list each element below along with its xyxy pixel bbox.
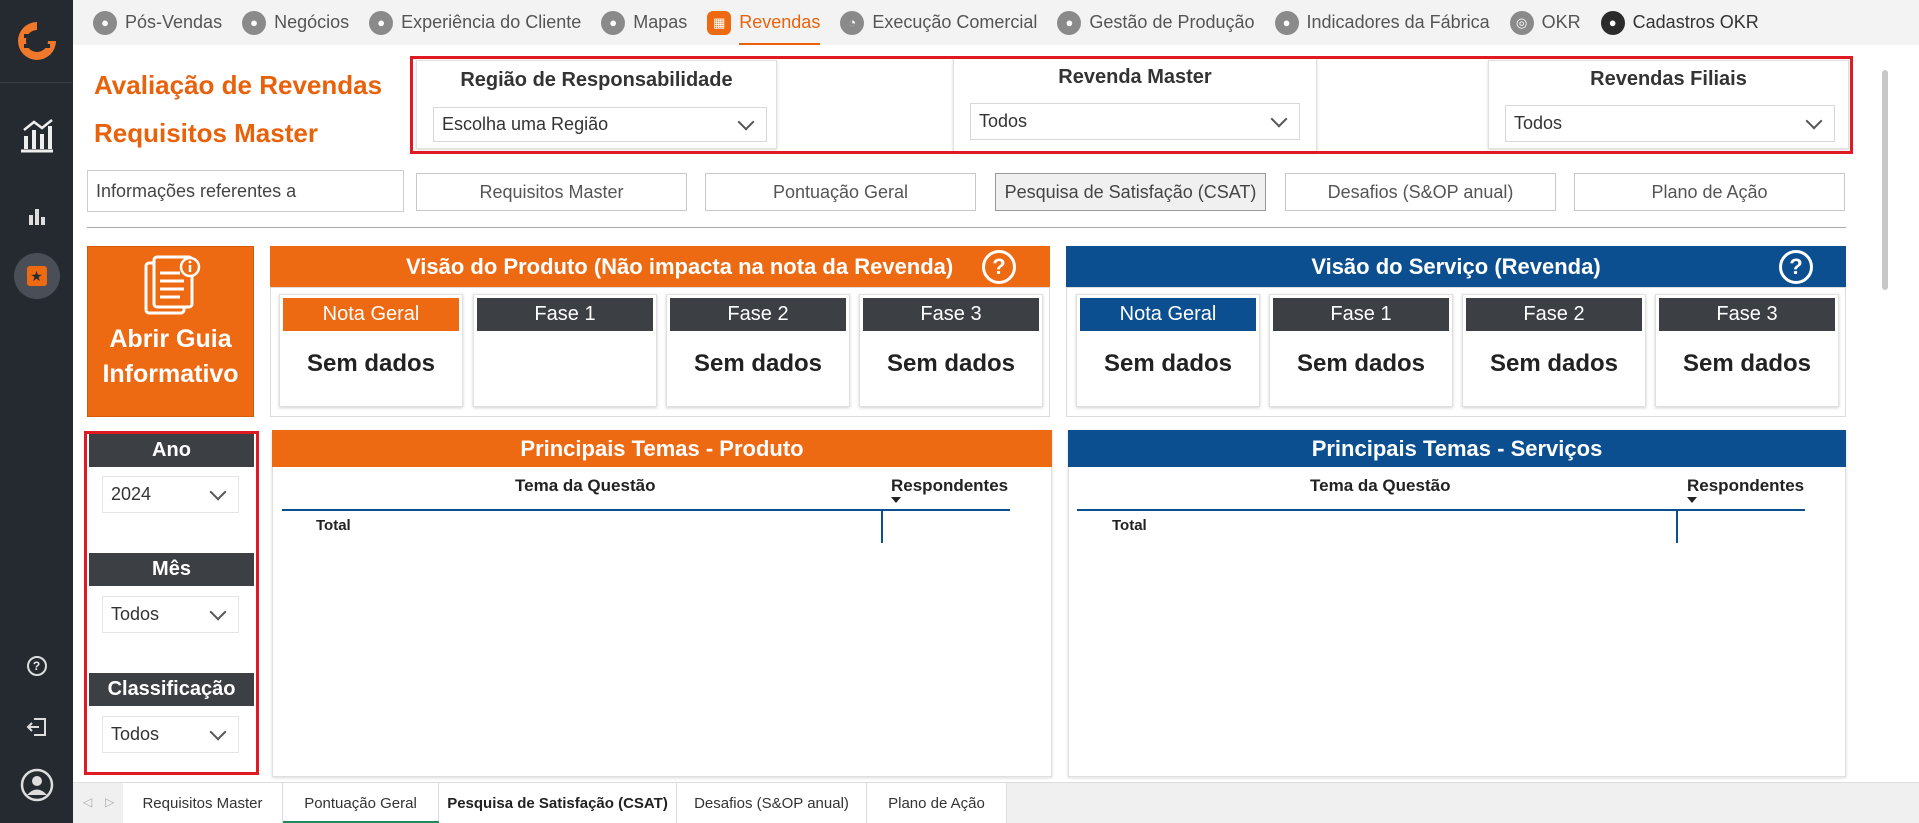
temas-produto-header: Principais Temas - Produto xyxy=(272,430,1052,467)
nav-execucao-comercial[interactable]: ◔ Execução Comercial xyxy=(840,0,1037,45)
produto-kpi-fase-3: Fase 3 Sem dados xyxy=(859,294,1043,407)
page-tabs-bar: ◁ ▷ Requisitos Master Pontuação Geral Pe… xyxy=(73,782,1919,823)
sidebar: ★ ? xyxy=(0,0,73,823)
bar-chart-icon[interactable] xyxy=(0,202,73,230)
page-tab-plano-acao[interactable]: Plano de Ação xyxy=(867,783,1007,823)
temas-servicos-col-respondentes[interactable]: Respondentes xyxy=(1687,476,1804,496)
servico-kpi-fase-1: Fase 1 Sem dados xyxy=(1269,294,1453,407)
nav-cadastros-okr[interactable]: ● Cadastros OKR xyxy=(1600,0,1759,45)
column-divider xyxy=(1676,511,1678,543)
page-title: Avaliação de Revendas xyxy=(94,70,383,100)
page-subtitle: Requisitos Master xyxy=(94,118,318,148)
factory-icon: ● xyxy=(1057,10,1082,35)
tab-requisitos-master[interactable]: Requisitos Master xyxy=(416,173,687,211)
temas-servicos-col-tema[interactable]: Tema da Questão xyxy=(1310,476,1450,496)
column-divider xyxy=(881,511,883,543)
top-navigation: ● Pós-Vendas ● Negócios ● Experiência do Cl… xyxy=(73,0,1919,45)
page-tab-pontuacao-geral[interactable]: Pontuação Geral xyxy=(283,783,439,823)
user-badge-icon: ● xyxy=(369,10,394,35)
nav-gestao-producao[interactable]: ● Gestão de Produção xyxy=(1057,0,1255,45)
user-avatar-icon[interactable] xyxy=(0,765,73,805)
favorites-icon[interactable]: ★ xyxy=(0,253,73,299)
help-icon[interactable]: ? xyxy=(0,652,73,680)
nav-okr[interactable]: ◎ OKR xyxy=(1509,0,1581,45)
highlight-top-filters xyxy=(410,56,1853,154)
nav-revendas[interactable]: ▦ Revendas xyxy=(707,0,821,45)
nav-indicadores-fabrica[interactable]: ● Indicadores da Fábrica xyxy=(1274,0,1490,45)
sort-desc-icon[interactable] xyxy=(1687,497,1697,503)
servico-panel-header: Visão do Serviço (Revenda) xyxy=(1066,246,1846,287)
sort-desc-icon[interactable] xyxy=(891,497,901,503)
building-icon: ● xyxy=(1274,10,1299,35)
divider xyxy=(87,227,1846,228)
map-icon: ● xyxy=(601,10,626,35)
page-tab-pesquisa-satisfacao[interactable]: Pesquisa de Satisfação (CSAT) xyxy=(439,783,677,823)
chevron-left-icon[interactable]: ◁ xyxy=(83,795,92,809)
person-icon: ● xyxy=(93,10,117,35)
nav-experiencia-cliente[interactable]: ● Experiência do Cliente xyxy=(369,0,581,45)
nav-mapas[interactable]: ● Mapas xyxy=(601,0,687,45)
produto-panel-header: Visão do Produto (Não impacta na nota da… xyxy=(270,246,1050,287)
tab-pesquisa-satisfacao[interactable]: Pesquisa de Satisfação (CSAT) xyxy=(995,173,1266,211)
handshake-icon: ● xyxy=(242,10,267,35)
page-tab-requisitos-master[interactable]: Requisitos Master xyxy=(123,783,283,823)
produto-kpi-fase-1: Fase 1 xyxy=(473,294,657,407)
scrollbar-thumb[interactable] xyxy=(1882,70,1888,290)
produto-kpi-nota-geral: Nota Geral Sem dados xyxy=(279,294,463,407)
servico-kpi-nota-geral: Nota Geral Sem dados xyxy=(1076,294,1260,407)
nav-negocios[interactable]: ● Negócios xyxy=(242,0,349,45)
tab-plano-acao[interactable]: Plano de Ação xyxy=(1574,173,1845,211)
produto-help-icon[interactable]: ? xyxy=(982,250,1016,284)
tab-pontuacao-geral[interactable]: Pontuação Geral xyxy=(705,173,976,211)
page-tab-desafios[interactable]: Desafios (S&OP anual) xyxy=(677,783,867,823)
servico-kpi-fase-3: Fase 3 Sem dados xyxy=(1655,294,1839,407)
nav-pos-vendas[interactable]: ● Pós-Vendas xyxy=(93,0,222,45)
temas-produto-col-tema[interactable]: Tema da Questão xyxy=(515,476,655,496)
clock-icon: ◔ xyxy=(840,10,865,35)
temas-produto-col-respondentes[interactable]: Respondentes xyxy=(891,476,1008,496)
produto-kpi-fase-2: Fase 2 Sem dados xyxy=(666,294,850,407)
servico-help-icon[interactable]: ? xyxy=(1779,250,1813,284)
temas-produto-total: Total xyxy=(316,517,351,534)
temas-servicos-total: Total xyxy=(1112,517,1147,534)
servico-kpi-fase-2: Fase 2 Sem dados xyxy=(1462,294,1646,407)
target-icon: ◎ xyxy=(1509,10,1534,35)
analytics-icon[interactable] xyxy=(0,112,73,158)
logout-icon[interactable] xyxy=(0,713,73,741)
scrollbar-track[interactable] xyxy=(1884,45,1919,782)
app-logo-icon[interactable] xyxy=(0,0,73,83)
info-label: Informações referentes a xyxy=(87,170,404,212)
table-row xyxy=(281,511,1010,543)
tab-desafios[interactable]: Desafios (S&OP anual) xyxy=(1285,173,1556,211)
open-guide-button[interactable]: Abrir Guia Informativo xyxy=(87,246,254,417)
store-icon: ▦ xyxy=(707,10,732,35)
temas-servicos-header: Principais Temas - Serviços xyxy=(1068,430,1846,467)
table-header-divider xyxy=(1077,509,1805,511)
chevron-right-icon[interactable]: ▷ xyxy=(105,795,114,809)
highlight-side-filters xyxy=(84,431,259,775)
document-info-icon xyxy=(88,253,253,319)
account-icon: ● xyxy=(1600,10,1625,35)
